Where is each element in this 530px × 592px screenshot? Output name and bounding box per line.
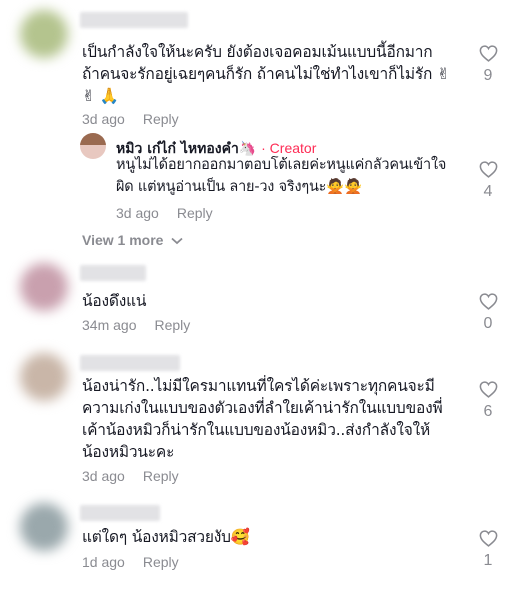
- heart-icon: [479, 161, 497, 178]
- comment-item: แต่ใดๆ น้องหมิวสวยงับ🥰 1d ago Reply 1: [0, 495, 530, 592]
- heart-icon: [479, 293, 497, 310]
- comment-text: น้องน่ารัก..ไม่มีใครมาแทนที่ใครได้ค่ะเพร…: [82, 377, 443, 461]
- comment-item: เป็นกำลังใจให้นะครับ ยังต้องเจอคอมเม้นแบ…: [0, 0, 530, 130]
- creator-avatar[interactable]: [80, 133, 106, 159]
- like-button[interactable]: 1: [474, 530, 502, 570]
- like-count: 4: [483, 183, 493, 200]
- username-redacted[interactable]: [80, 265, 146, 281]
- username-redacted[interactable]: [80, 505, 160, 521]
- comment-time: 1d ago: [82, 554, 125, 570]
- comment-time: 3d ago: [82, 468, 125, 484]
- chevron-down-icon: [171, 238, 183, 245]
- avatar[interactable]: [20, 10, 68, 58]
- comment-text: แต่ใดๆ น้องหมิวสวยงับ🥰: [82, 528, 250, 546]
- reply-button[interactable]: Reply: [177, 205, 213, 221]
- avatar[interactable]: [20, 263, 68, 311]
- like-button[interactable]: 6: [474, 381, 502, 421]
- heart-icon: [479, 530, 497, 547]
- like-button[interactable]: 0: [474, 293, 502, 333]
- comment-text: เป็นกำลังใจให้นะครับ ยังต้องเจอคอมเม้นแบ…: [82, 43, 450, 105]
- avatar[interactable]: [20, 353, 68, 401]
- comment-meta: 3d ago Reply: [82, 111, 179, 127]
- heart-icon: [479, 45, 497, 62]
- comment-item: น้องน่ารัก..ไม่มีใครมาแทนที่ใครได้ค่ะเพร…: [0, 345, 530, 495]
- reply-button[interactable]: Reply: [143, 111, 179, 127]
- reply-button[interactable]: Reply: [143, 554, 179, 570]
- view-more-replies[interactable]: View 1 more: [82, 232, 183, 248]
- reply-text: หนูไม่ได้อยากออกมาตอบโต้เลยค่ะหนูแค่กลัว…: [116, 157, 447, 195]
- like-count: 0: [483, 315, 493, 332]
- like-button[interactable]: 9: [474, 45, 502, 85]
- username-redacted[interactable]: [80, 12, 188, 28]
- username-redacted[interactable]: [80, 355, 180, 371]
- comment-meta: 34m ago Reply: [82, 317, 190, 333]
- comment-item: น้องดึงแน่ 34m ago Reply 0: [0, 255, 530, 345]
- view-more-label: View 1 more: [82, 232, 164, 248]
- reply-button[interactable]: Reply: [143, 468, 179, 484]
- like-count: 1: [483, 552, 493, 569]
- comment-meta: 1d ago Reply: [82, 554, 179, 570]
- comment-meta: 3d ago Reply: [82, 468, 179, 484]
- like-button[interactable]: 4: [474, 161, 502, 201]
- creator-reply: หมิว เก๋ไก๋ ไหทองคำ🦄 · Creator หนูไม่ได้…: [0, 130, 530, 230]
- comment-time: 34m ago: [82, 317, 137, 333]
- avatar[interactable]: [20, 503, 68, 551]
- reply-meta: 3d ago Reply: [116, 205, 213, 221]
- like-count: 9: [483, 67, 493, 84]
- creator-avatar-hair: [80, 133, 106, 145]
- comment-time: 3d ago: [82, 111, 125, 127]
- like-count: 6: [483, 403, 493, 420]
- comment-text: น้องดึงแน่: [82, 292, 147, 310]
- heart-icon: [479, 381, 497, 398]
- reply-time: 3d ago: [116, 205, 159, 221]
- reply-button[interactable]: Reply: [154, 317, 190, 333]
